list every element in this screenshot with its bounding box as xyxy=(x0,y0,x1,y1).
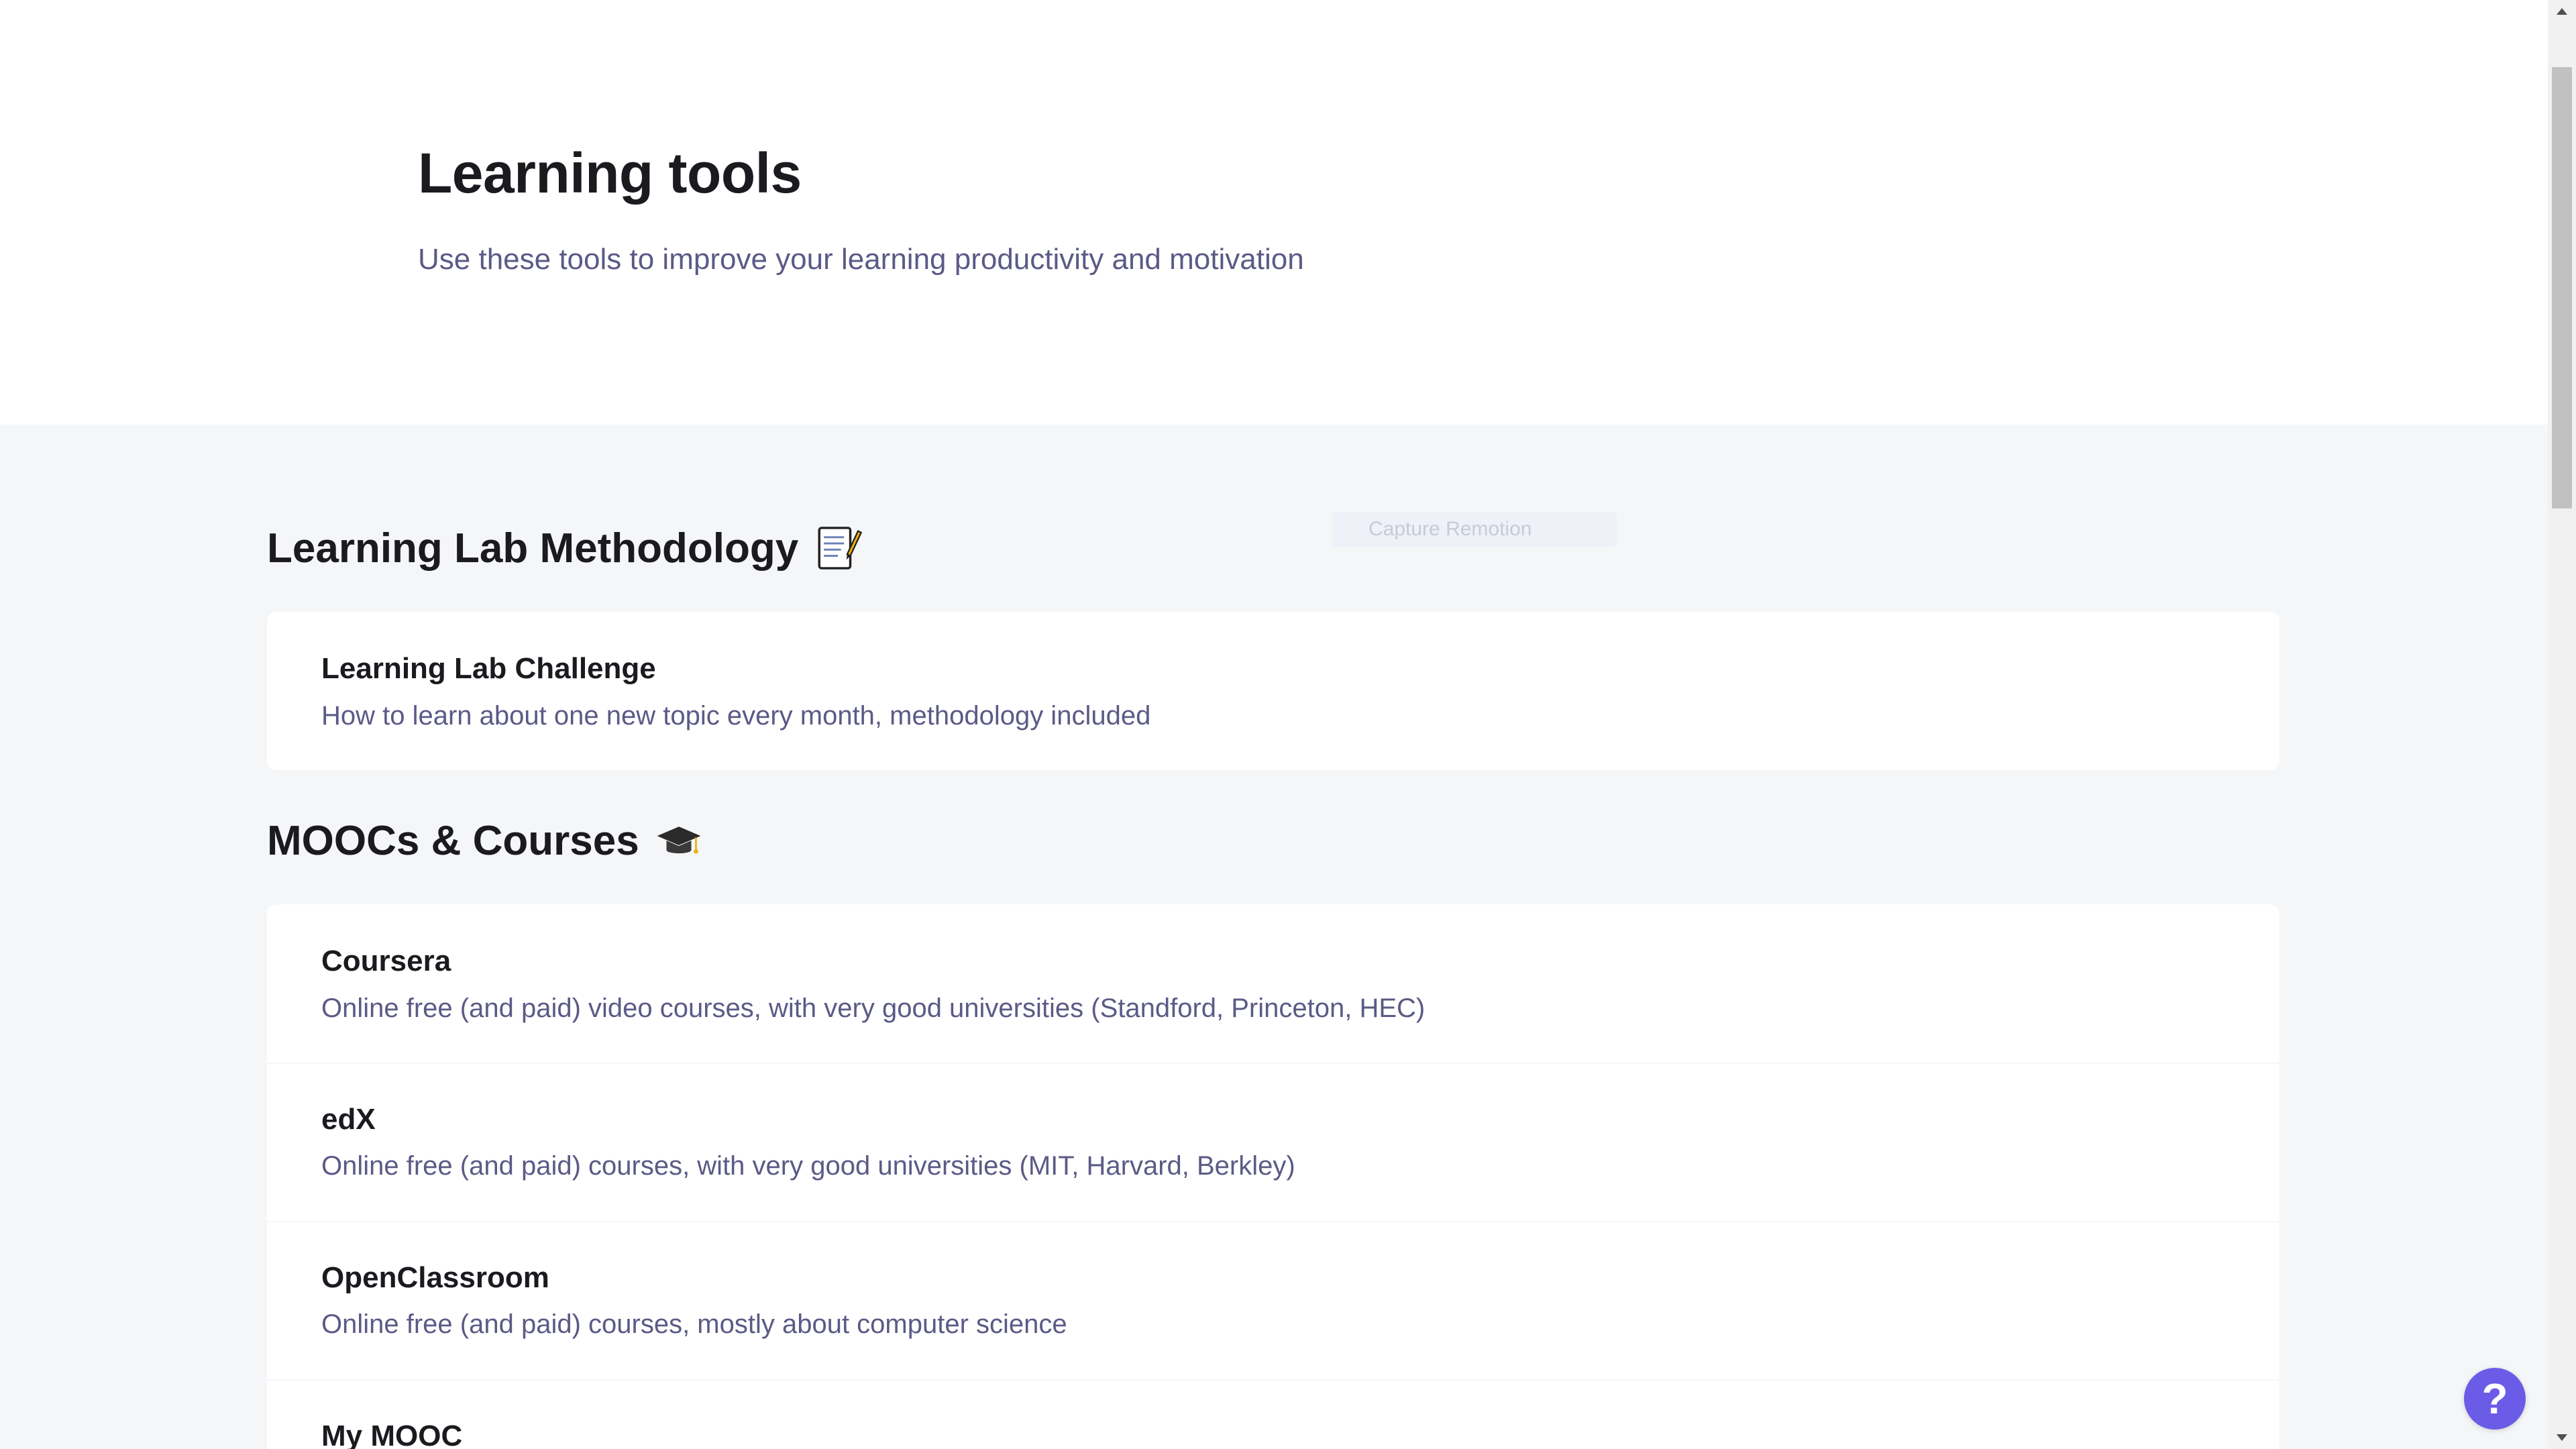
tool-card-learning-lab-challenge[interactable]: Learning Lab Challenge How to learn abou… xyxy=(267,612,2279,770)
scroll-down-arrow-icon[interactable] xyxy=(2557,1434,2567,1441)
card-title: OpenClassroom xyxy=(321,1261,549,1294)
section-title-moocs-courses: MOOCs & Courses xyxy=(267,816,704,865)
card-description: Online free (and paid) courses, mostly a… xyxy=(321,1309,1067,1339)
card-title: Coursera xyxy=(321,945,451,977)
card-title: edX xyxy=(321,1103,376,1136)
graduation-cap-icon xyxy=(657,826,701,854)
tool-card-openclassroom[interactable]: OpenClassroom Online free (and paid) cou… xyxy=(267,1222,2279,1379)
section-title-text: MOOCs & Courses xyxy=(267,817,639,864)
section-title-text: Learning Lab Methodology xyxy=(267,525,799,572)
scroll-up-arrow-icon[interactable] xyxy=(2557,8,2567,15)
memo-icon xyxy=(818,527,863,570)
vertical-scrollbar[interactable] xyxy=(2548,0,2576,1449)
card-title: My MOOC xyxy=(321,1419,463,1449)
scrollbar-thumb[interactable] xyxy=(2552,67,2572,508)
help-button[interactable]: ? xyxy=(2464,1368,2526,1430)
page-subtitle: Use these tools to improve your learning… xyxy=(418,243,1304,276)
card-description: How to learn about one new topic every m… xyxy=(321,701,1151,731)
tool-card-edx[interactable]: edX Online free (and paid) courses, with… xyxy=(267,1064,2279,1221)
card-description: Online free (and paid) courses, with ver… xyxy=(321,1151,1295,1181)
page: Learning tools Use these tools to improv… xyxy=(0,0,2548,1449)
card-description: Online free (and paid) video courses, wi… xyxy=(321,994,1426,1023)
page-header: Learning tools Use these tools to improv… xyxy=(0,0,2548,425)
tool-card-coursera[interactable]: Coursera Online free (and paid) video co… xyxy=(267,904,2279,1063)
section-title-learning-lab: Learning Lab Methodology xyxy=(267,523,863,573)
card-title: Learning Lab Challenge xyxy=(321,652,656,685)
tool-card-my-mooc[interactable]: My MOOC xyxy=(267,1381,2279,1449)
faint-tooltip: Capture Remotion xyxy=(1332,512,1617,547)
help-icon: ? xyxy=(2481,1375,2508,1423)
page-title: Learning tools xyxy=(418,142,802,205)
